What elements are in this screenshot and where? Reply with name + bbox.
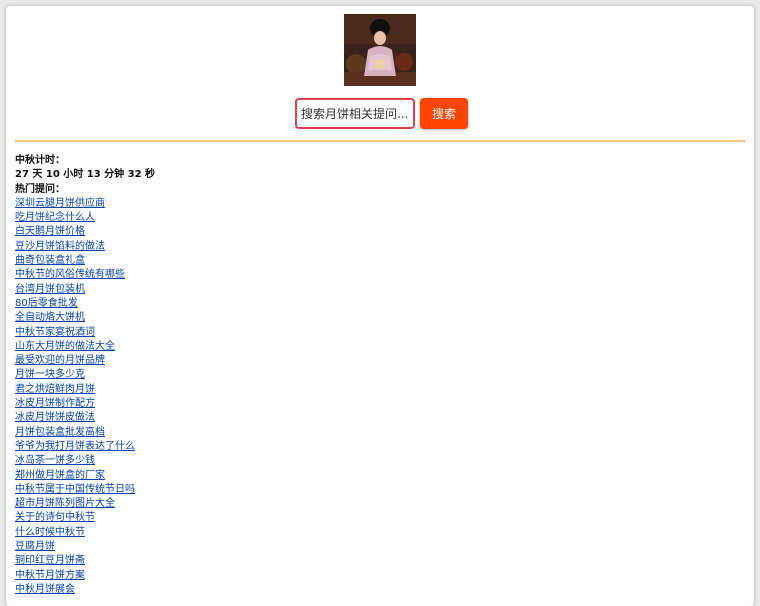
list-item: 中秋节的风俗传统有哪些 xyxy=(15,268,745,282)
search-input[interactable] xyxy=(295,98,415,129)
question-link[interactable]: 君之烘焙鲜肉月饼 xyxy=(15,384,95,395)
search-button[interactable]: 搜索 xyxy=(420,98,468,129)
list-item: 什么时候中秋节 xyxy=(15,526,745,540)
hot-questions-label: 热门提问： xyxy=(15,183,65,195)
question-link[interactable]: 郑州做月饼盒的厂家 xyxy=(15,470,105,481)
list-item: 关于的诗句中秋节 xyxy=(15,511,745,525)
list-item: 中秋节家宴祝酒词 xyxy=(15,326,745,340)
content-area: 中秋计时： 27 天 10 小时 13 分钟 32 秒 热门提问： 深圳云腿月饼… xyxy=(15,154,745,597)
question-link[interactable]: 台湾月饼包装机 xyxy=(15,284,85,295)
question-link[interactable]: 豆腐月饼 xyxy=(15,541,55,552)
question-link[interactable]: 冰岛茶一饼多少钱 xyxy=(15,455,95,466)
list-item: 郑州做月饼盒的厂家 xyxy=(15,469,745,483)
question-link[interactable]: 中秋节属于中国传统节日吗 xyxy=(15,484,135,495)
list-item: 超市月饼陈列图片大全 xyxy=(15,497,745,511)
list-item: 铜印红豆月饼斋 xyxy=(15,554,745,568)
question-link[interactable]: 冰皮月饼饼皮做法 xyxy=(15,412,95,423)
list-item: 中秋月饼展会 xyxy=(15,583,745,597)
question-link[interactable]: 最受欢迎的月饼品牌 xyxy=(15,355,105,366)
countdown-value: 27 天 10 小时 13 分钟 32 秒 xyxy=(15,169,156,181)
logo-image[interactable] xyxy=(344,14,416,86)
question-link[interactable]: 铜印红豆月饼斋 xyxy=(15,555,85,566)
question-link[interactable]: 中秋节的风俗传统有哪些 xyxy=(15,269,125,280)
search-bar: 搜索 xyxy=(295,98,468,129)
list-item: 80后零食批发 xyxy=(15,297,745,311)
question-link[interactable]: 冰皮月饼制作配方 xyxy=(15,398,95,409)
list-item: 最受欢迎的月饼品牌 xyxy=(15,354,745,368)
question-link[interactable]: 豆沙月饼馅料的做法 xyxy=(15,241,105,252)
hot-questions-list: 深圳云腿月饼供应商 吃月饼纪念什么人 白天鹅月饼价格豆沙月饼馅料的做法 曲奇包装盒礼盒… xyxy=(15,197,745,597)
divider xyxy=(15,140,745,142)
list-item: 中秋节属于中国传统节日吗 xyxy=(15,483,745,497)
question-link[interactable]: 月饼包装盒批发高档 xyxy=(15,427,105,438)
list-item: 月饼一块多少克 xyxy=(15,368,745,382)
question-link[interactable]: 曲奇包装盒礼盒 xyxy=(15,255,85,266)
question-link[interactable]: 中秋节月饼方案 xyxy=(15,570,85,581)
question-link[interactable]: 80后零食批发 xyxy=(15,298,78,309)
question-link[interactable]: 爷爷为我打月饼表达了什么 xyxy=(15,441,135,452)
list-item: 中秋节月饼方案 xyxy=(15,569,745,583)
list-item: 曲奇包装盒礼盒 xyxy=(15,254,745,268)
list-item: 爷爷为我打月饼表达了什么 xyxy=(15,440,745,454)
question-link[interactable]: 什么时候中秋节 xyxy=(15,527,85,538)
list-item: 全自动烙大饼机 xyxy=(15,311,745,325)
question-link[interactable]: 超市月饼陈列图片大全 xyxy=(15,498,115,509)
list-item: 君之烘焙鲜肉月饼 xyxy=(15,383,745,397)
question-link[interactable]: 中秋节家宴祝酒词 xyxy=(15,327,95,338)
list-item: 深圳云腿月饼供应商 xyxy=(15,197,745,211)
list-item: 山东大月饼的做法大全 xyxy=(15,340,745,354)
question-link[interactable]: 吃月饼纪念什么人 xyxy=(15,212,95,223)
question-link[interactable]: 深圳云腿月饼供应商 xyxy=(15,198,105,209)
list-item: 吃月饼纪念什么人 xyxy=(15,211,745,225)
question-link[interactable]: 中秋月饼展会 xyxy=(15,584,75,595)
question-link[interactable]: 全自动烙大饼机 xyxy=(15,312,85,323)
page-card: 搜索 中秋计时： 27 天 10 小时 13 分钟 32 秒 热门提问： 深圳云… xyxy=(6,6,754,606)
list-item: 冰皮月饼制作配方 xyxy=(15,397,745,411)
portrait-illustration xyxy=(344,14,416,86)
question-link[interactable]: 关于的诗句中秋节 xyxy=(15,512,95,523)
list-item: 白天鹅月饼价格 xyxy=(15,225,745,239)
list-item: 豆沙月饼馅料的做法 xyxy=(15,240,745,254)
list-item: 冰岛茶一饼多少钱 xyxy=(15,454,745,468)
countdown-label: 中秋计时： xyxy=(15,155,65,166)
question-link[interactable]: 白天鹅月饼价格 xyxy=(15,226,85,237)
question-link[interactable]: 山东大月饼的做法大全 xyxy=(15,341,115,352)
question-link[interactable]: 月饼一块多少克 xyxy=(15,369,85,380)
list-item: 豆腐月饼 xyxy=(15,540,745,554)
list-item: 冰皮月饼饼皮做法 xyxy=(15,411,745,425)
list-item: 台湾月饼包装机 xyxy=(15,283,745,297)
list-item: 月饼包装盒批发高档 xyxy=(15,426,745,440)
